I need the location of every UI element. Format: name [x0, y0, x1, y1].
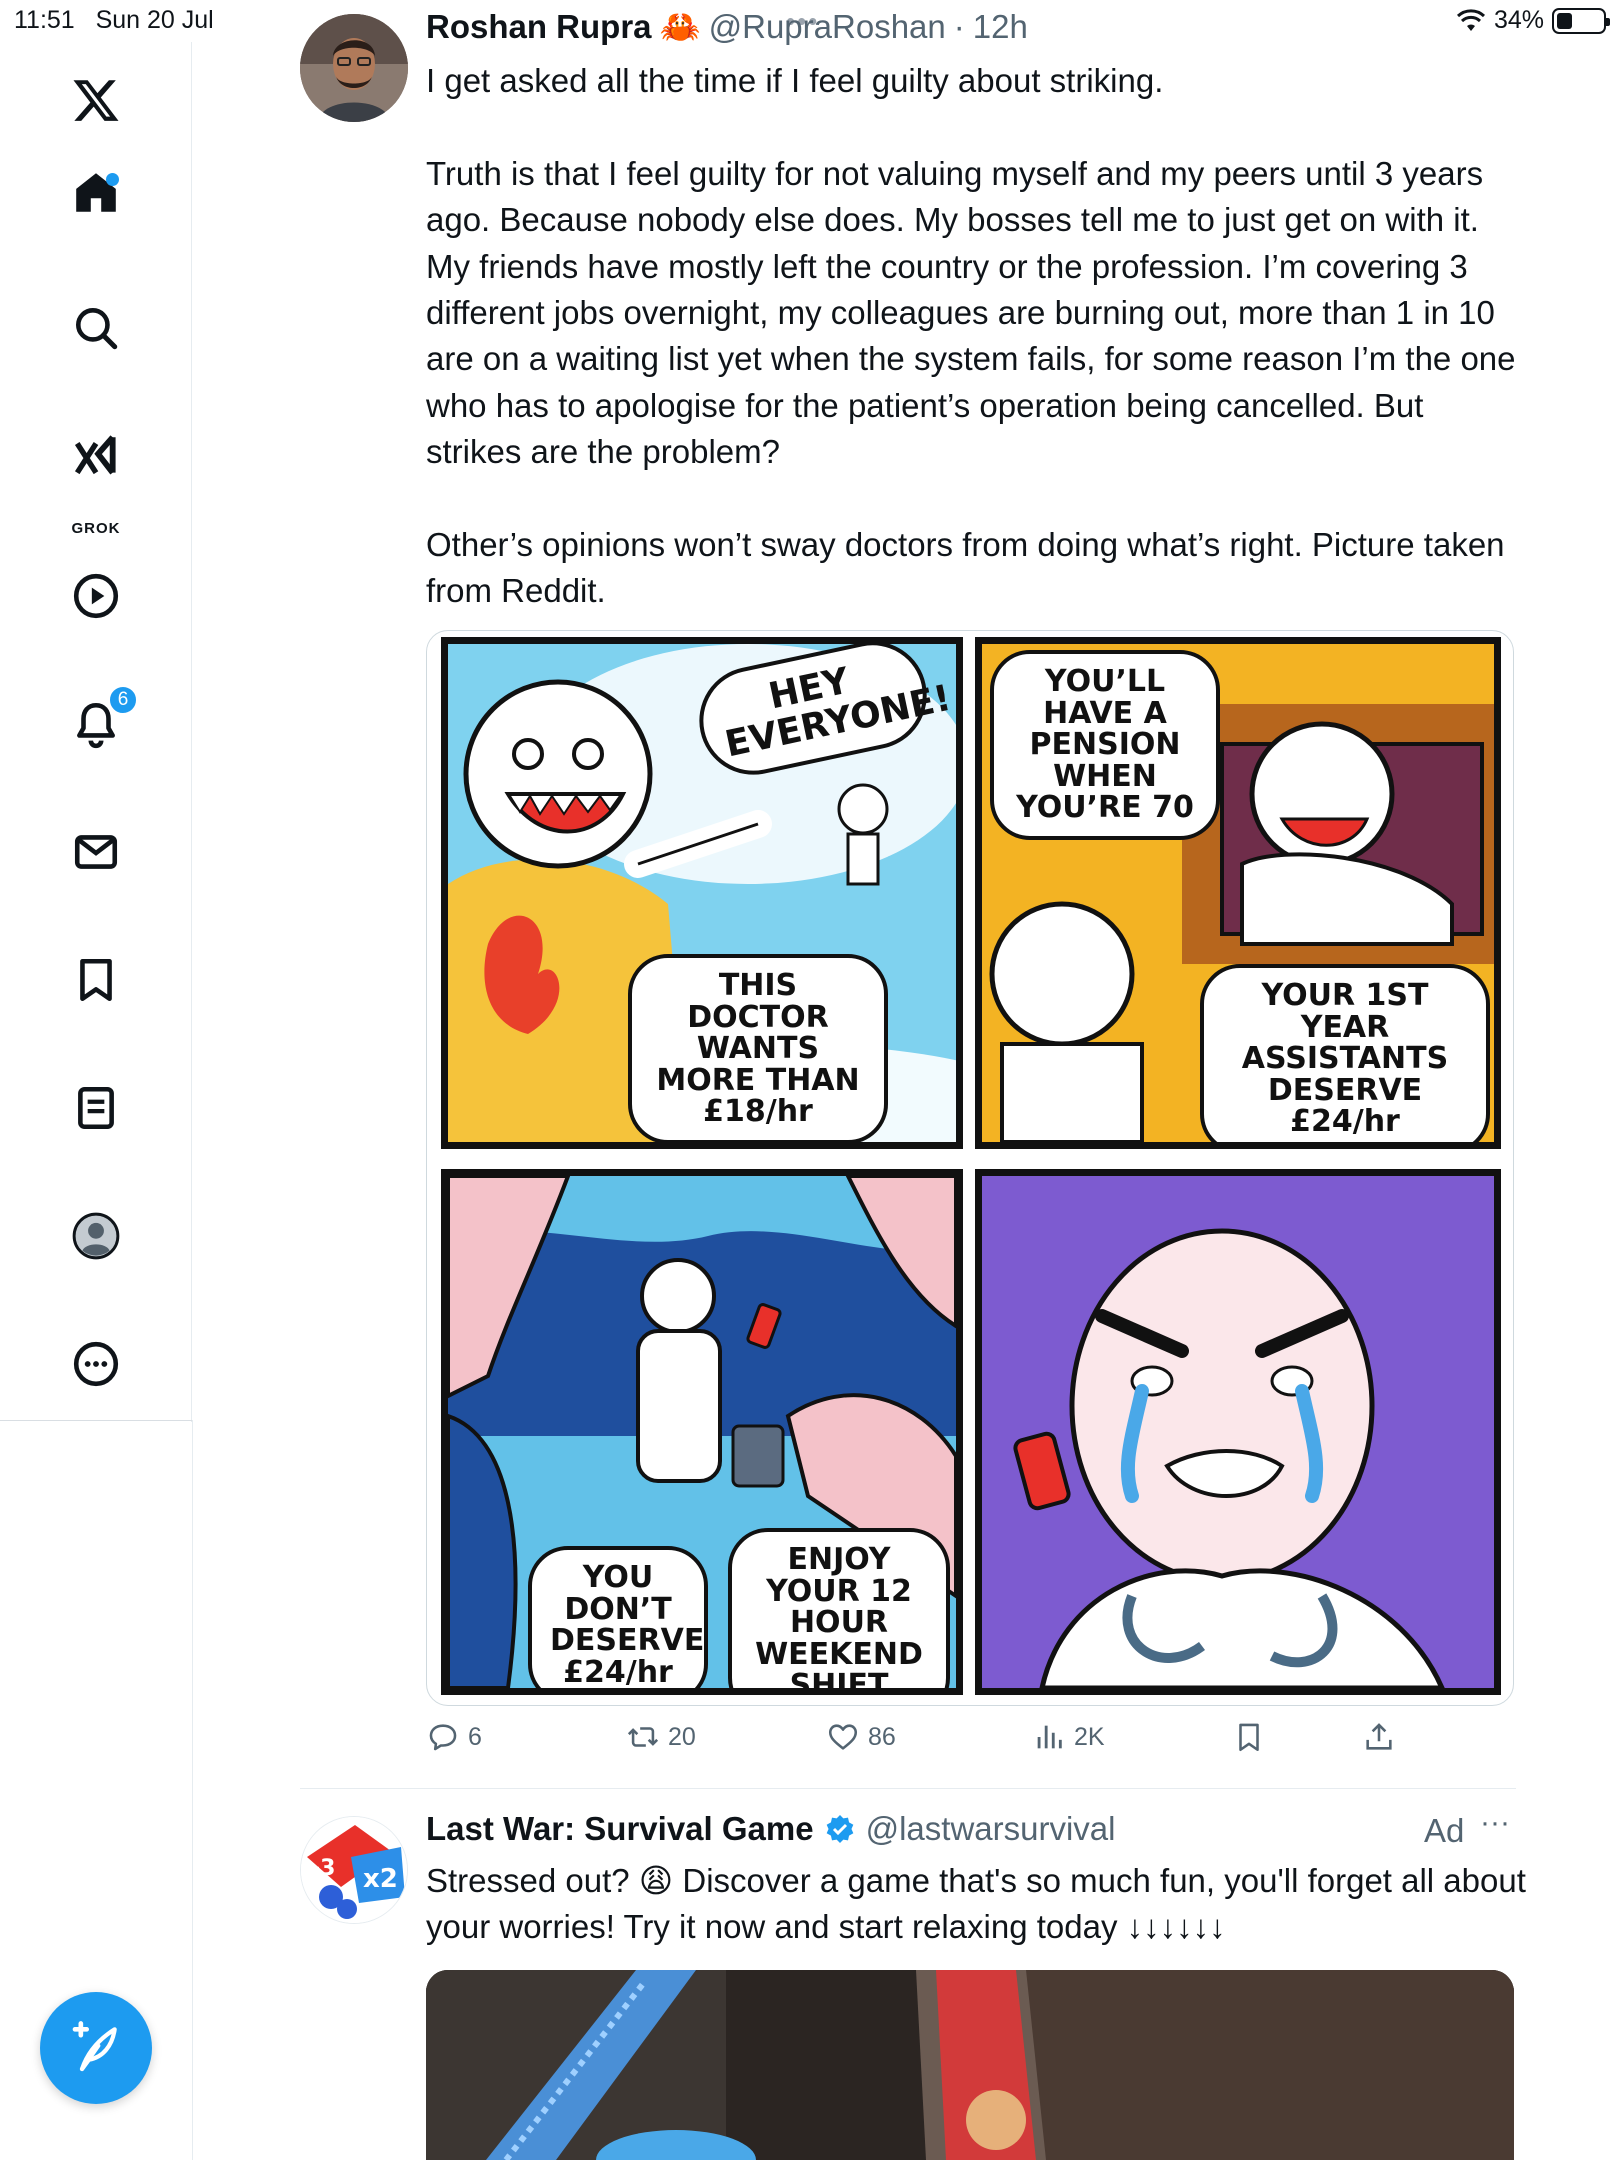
header-separator: ·	[953, 8, 965, 45]
status-indicators: 34%	[1456, 6, 1610, 35]
share-button[interactable]	[1362, 1720, 1396, 1754]
tweet-paragraph: Truth is that I feel guilty for not valu…	[426, 154, 1516, 471]
comic-panel-1: HEY EVERYONE! THIS DOCTOR WANTS MORE THA…	[441, 637, 963, 1149]
search-icon	[76, 308, 118, 350]
ad-body: Stressed out? 😩 Discover a game that's s…	[426, 1862, 1526, 1946]
ad-video-thumbnail[interactable]	[426, 1970, 1514, 2160]
play-icon	[73, 573, 119, 619]
repost-icon	[627, 1727, 659, 1747]
bookmark-icon	[80, 958, 112, 1002]
sidebar-item-messages[interactable]	[62, 818, 130, 886]
panel2-caption-bottom: YOUR 1ST YEAR ASSISTANTS DESERVE £24/hr	[1200, 964, 1490, 1142]
grok-icon	[74, 435, 116, 475]
reply-count: 6	[468, 1722, 482, 1751]
ad-avatar-badge-right: x2	[363, 1864, 398, 1894]
sidebar-item-lists[interactable]	[62, 1074, 130, 1142]
tweet-image-comic[interactable]: HEY EVERYONE! THIS DOCTOR WANTS MORE THA…	[426, 630, 1514, 1706]
heart-icon	[828, 1724, 858, 1750]
more-options-icon[interactable]: ···	[1480, 1806, 1510, 1840]
author-avatar[interactable]	[300, 14, 408, 122]
tweet-header: Roshan Rupra 🦀 @RupraRoshan · 12h	[426, 8, 1028, 47]
battery-percent: 34%	[1493, 6, 1544, 34]
ad-handle[interactable]: @lastwarsurvival	[866, 1810, 1116, 1848]
like-button[interactable]: 86	[826, 1720, 896, 1754]
repost-button[interactable]: 20	[626, 1720, 696, 1754]
crab-emoji: 🦀	[659, 8, 701, 45]
compose-feather-icon	[72, 2021, 117, 2072]
sidebar-item-bookmarks[interactable]	[62, 946, 130, 1014]
author-name[interactable]: Roshan Rupra	[426, 8, 652, 46]
profile-icon	[72, 1212, 120, 1260]
tweet-paragraph: I get asked all the time if I feel guilt…	[426, 62, 1164, 99]
home-unread-dot	[106, 173, 119, 186]
sidebar-item-videos[interactable]	[62, 562, 130, 630]
sidebar-item-more[interactable]	[62, 1330, 130, 1398]
mail-icon	[74, 835, 118, 869]
like-count: 86	[868, 1722, 896, 1751]
notifications-badge: 6	[107, 684, 139, 716]
panel3-caption-left: YOU DON’T DESERVE £24/hr	[528, 1546, 708, 1688]
bookmark-button[interactable]	[1232, 1720, 1266, 1754]
sidebar-item-explore[interactable]	[62, 294, 130, 362]
rail-border	[192, 1420, 193, 2160]
comic-panel-2: YOU’LL HAVE A PENSION WHEN YOU’RE 70 YOU…	[975, 637, 1501, 1149]
comic-panel-4	[975, 1169, 1501, 1695]
reply-icon	[429, 1724, 457, 1751]
rail-divider	[0, 1420, 192, 1421]
tweet-body: I get asked all the time if I feel guilt…	[426, 58, 1526, 615]
compose-post-button[interactable]	[40, 1992, 152, 2104]
tweet-actions: 6 20 86 2K	[426, 1720, 1516, 1770]
author-handle[interactable]: @RupraRoshan	[709, 8, 946, 46]
views-count: 2K	[1074, 1722, 1105, 1751]
grok-label: GROK	[71, 520, 121, 537]
panel1-caption-bottom: THIS DOCTOR WANTS MORE THAN £18/hr	[628, 954, 888, 1142]
sidebar-item-grok[interactable]	[62, 422, 130, 490]
views-button[interactable]: 2K	[1032, 1720, 1105, 1754]
tweet-divider	[300, 1788, 1516, 1789]
comic-panel-3: YOU DON’T DESERVE £24/hr ENJOY YOUR 12 H…	[441, 1169, 963, 1695]
repost-count: 20	[668, 1722, 696, 1751]
list-icon	[78, 1086, 114, 1130]
tweet-paragraph: Other’s opinions won’t sway doctors from…	[426, 526, 1505, 610]
sidebar-item-profile[interactable]	[62, 1202, 130, 1270]
verified-badge-icon	[826, 1815, 853, 1843]
wifi-icon	[1456, 8, 1485, 31]
ad-avatar-badge-left: -3	[311, 1856, 335, 1881]
ad-avatar[interactable]: -3 x2	[300, 1816, 408, 1924]
share-icon	[1366, 1723, 1392, 1750]
sidebar-nav: GROK	[0, 42, 192, 1422]
ad-header: Last War: Survival Game @lastwarsurvival	[426, 1810, 1115, 1848]
panel3-caption-right: ENJOY YOUR 12 HOUR WEEKEND SHIFT	[728, 1528, 950, 1688]
ad-label: Ad	[1424, 1812, 1465, 1849]
tweet-time[interactable]: 12h	[973, 8, 1028, 46]
panel2-caption-top: YOU’LL HAVE A PENSION WHEN YOU’RE 70	[990, 650, 1220, 840]
bookmark-icon	[1239, 1723, 1259, 1752]
reply-button[interactable]: 6	[426, 1720, 482, 1754]
ad-author-name[interactable]: Last War: Survival Game	[426, 1810, 814, 1848]
more-icon	[73, 1341, 119, 1387]
views-chart-icon	[1037, 1725, 1062, 1749]
x-logo-icon[interactable]	[62, 66, 130, 134]
status-time-date: 11:51 Sun 20 Jul	[14, 6, 214, 34]
battery-icon	[1552, 7, 1610, 34]
sidebar-item-home[interactable]	[62, 158, 130, 226]
